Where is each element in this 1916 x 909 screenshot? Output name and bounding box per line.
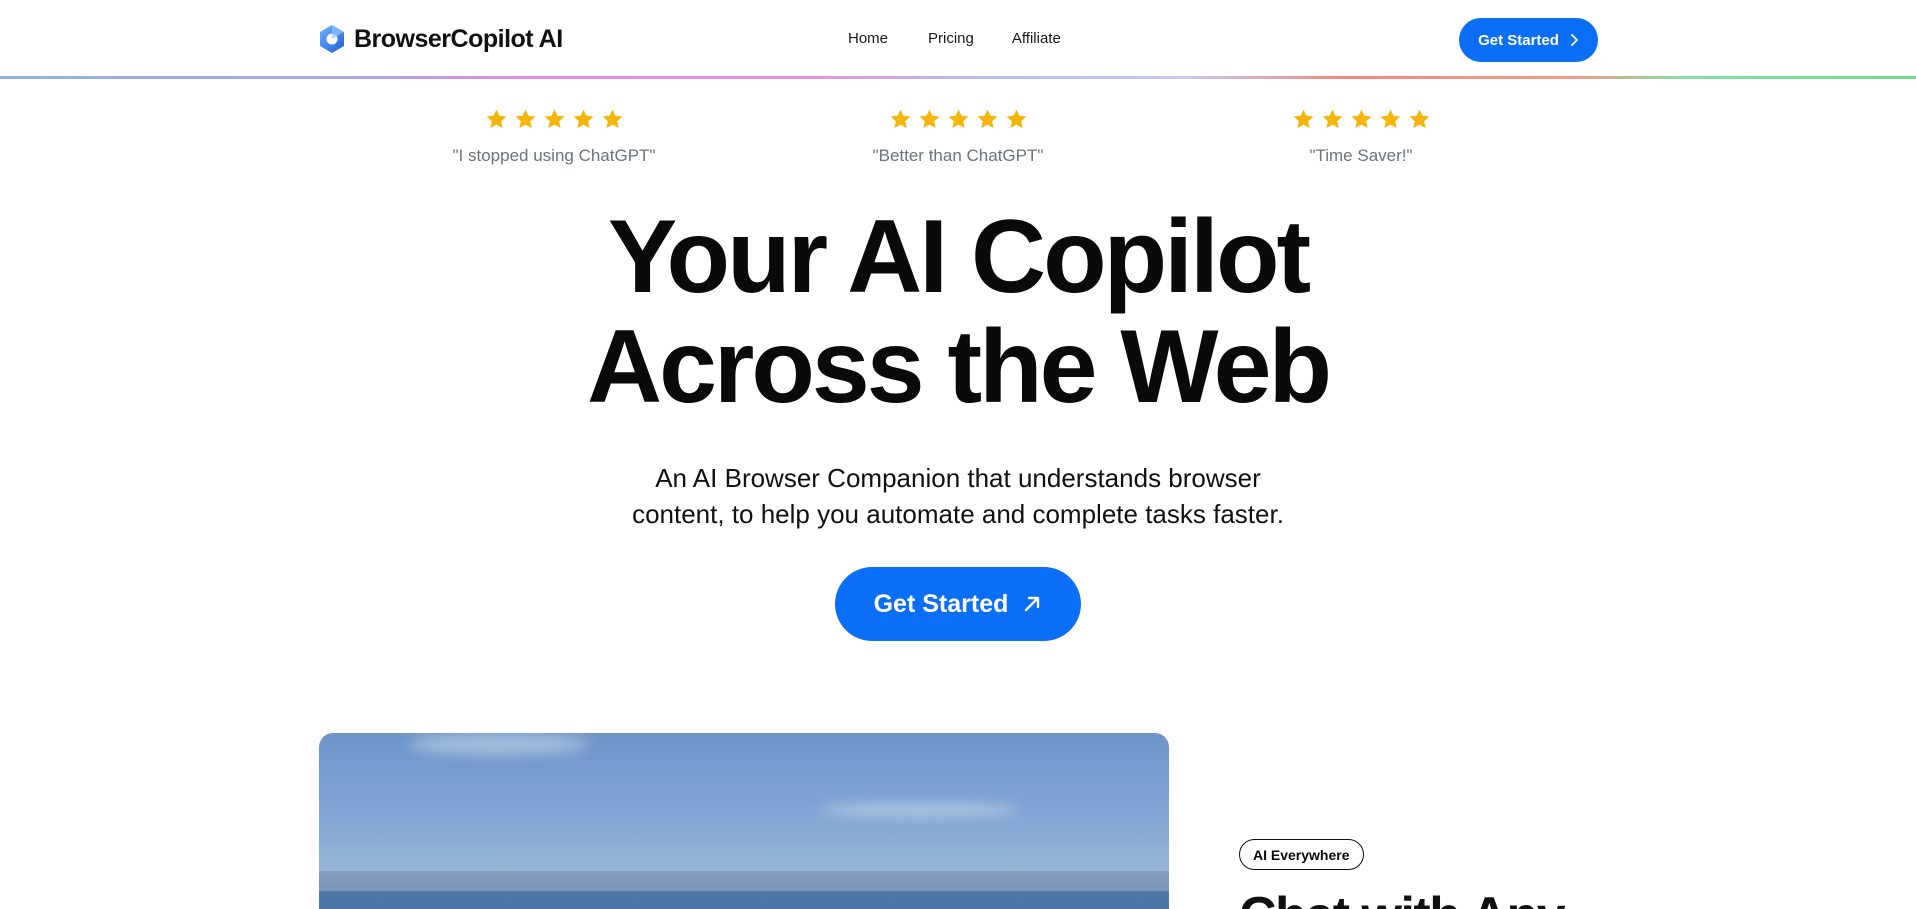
hero-title-line: Across the Web	[586, 309, 1332, 425]
nav-get-started-label: Get Started	[1478, 31, 1559, 49]
testimonial-quote: "Better than ChatGPT"	[872, 146, 1044, 165]
hero-get-started-label: Get Started	[873, 589, 1009, 618]
star-icon	[573, 109, 593, 129]
star-icon	[602, 109, 622, 129]
hero-get-started-button[interactable]: Get Started	[835, 567, 1081, 641]
nav-link-home[interactable]: Home	[848, 30, 888, 47]
star-icon	[948, 109, 968, 129]
testimonial: "Better than ChatGPT"	[828, 108, 1088, 166]
chevron-right-icon	[1571, 34, 1578, 46]
nav-links: Home Pricing Affiliate	[848, 30, 1061, 47]
nav-link-pricing[interactable]: Pricing	[928, 30, 974, 47]
star-icon	[486, 109, 506, 129]
top-nav: BrowserCopilot AI Home Pricing Affiliate…	[0, 0, 1916, 78]
testimonials: "I stopped using ChatGPT" "Better than C…	[0, 108, 1916, 168]
star-rating	[424, 108, 684, 134]
feature-badge: AI Everywhere	[1239, 839, 1364, 870]
hero-subtitle: An AI Browser Companion that understands…	[558, 460, 1358, 532]
testimonial-quote: "Time Saver!"	[1309, 146, 1413, 165]
logo-text: BrowserCopilot AI	[354, 24, 563, 53]
logo-icon	[320, 25, 344, 53]
star-rating	[1231, 108, 1491, 134]
sea-shape	[319, 891, 1169, 909]
cloud-shape	[409, 733, 589, 755]
testimonial-quote: "I stopped using ChatGPT"	[452, 146, 656, 165]
star-icon	[890, 109, 910, 129]
testimonial: "Time Saver!"	[1231, 108, 1491, 166]
feature-title: Chat with Any	[1239, 886, 1566, 909]
nav-get-started-button[interactable]: Get Started	[1459, 18, 1598, 62]
star-icon	[1409, 109, 1429, 129]
logo[interactable]: BrowserCopilot AI	[318, 23, 563, 55]
star-icon	[1293, 109, 1313, 129]
star-icon	[544, 109, 564, 129]
star-icon	[1006, 109, 1026, 129]
hero-video-preview[interactable]	[319, 733, 1169, 909]
star-rating	[828, 108, 1088, 134]
hero-subtitle-line: An AI Browser Companion that understands…	[655, 463, 1261, 493]
star-icon	[919, 109, 939, 129]
star-icon	[515, 109, 535, 129]
cloud-shape	[819, 803, 1019, 817]
arrow-up-right-icon	[1025, 596, 1040, 612]
star-icon	[1322, 109, 1342, 129]
star-icon	[1380, 109, 1400, 129]
star-icon	[1351, 109, 1371, 129]
hero-title-line: Your AI Copilot	[607, 199, 1311, 315]
hero-subtitle-line: content, to help you automate and comple…	[632, 499, 1284, 529]
star-icon	[977, 109, 997, 129]
testimonial: "I stopped using ChatGPT"	[424, 108, 684, 166]
hero-title: Your AI Copilot Across the Web	[458, 202, 1458, 422]
nav-link-affiliate[interactable]: Affiliate	[1012, 30, 1061, 47]
rainbow-divider	[0, 76, 1916, 79]
